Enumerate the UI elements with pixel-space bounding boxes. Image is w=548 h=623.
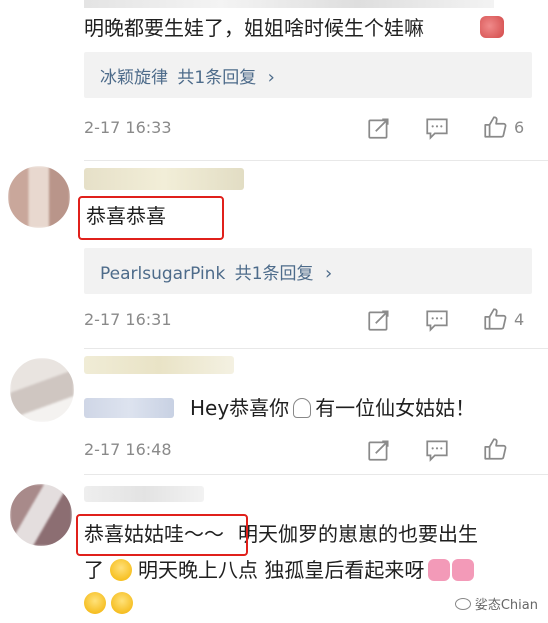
emoji-row	[84, 592, 134, 614]
chevron-right-icon: ›	[324, 263, 333, 284]
comment-text-start: Hey恭喜你	[190, 396, 290, 420]
comment-time: 2-17 16:48	[84, 440, 172, 459]
grin-emoji-icon	[111, 592, 134, 614]
like-icon[interactable]	[482, 306, 508, 332]
mention-blurred[interactable]	[84, 398, 174, 418]
comment-time: 2-17 16:31	[84, 310, 172, 329]
reply-count[interactable]: 共1条回复	[177, 68, 256, 88]
comment-icon[interactable]	[424, 307, 450, 333]
share-icon[interactable]	[366, 437, 392, 463]
avatar[interactable]	[10, 358, 74, 422]
like-icon[interactable]	[482, 114, 508, 140]
comment-text-rest: 明天伽罗的崽崽的也要出生	[238, 522, 478, 546]
share-icon[interactable]	[366, 115, 392, 141]
comment-1: 明晚都要生娃了，姐姐啥时候生个娃嘛 冰颖旋律 共1条回复 › 2-17 16:3…	[0, 0, 548, 160]
comment-4: 恭喜姑姑哇～～ 明天伽罗的崽崽的也要出生 了明天晚上八点 独孤皇后看起来呀 娑态C…	[0, 474, 548, 623]
comment-icon[interactable]	[424, 437, 450, 463]
watermark: 娑态Chian	[454, 594, 538, 613]
username-blurred[interactable]	[84, 356, 234, 374]
comment-icon[interactable]	[424, 115, 450, 141]
like-count: 4	[514, 310, 525, 329]
avatar[interactable]	[8, 166, 70, 228]
chevron-right-icon: ›	[267, 67, 275, 88]
highlight-box	[76, 514, 248, 556]
highlight-box	[78, 196, 224, 240]
comment-text-rest: 明天晚上八点 独孤皇后看起来呀	[138, 558, 425, 582]
bell-emoji-icon	[293, 398, 312, 418]
reply-count[interactable]: 共1条回复	[235, 264, 314, 284]
heart-emoji-icon	[452, 559, 475, 581]
username-blurred[interactable]	[84, 168, 244, 190]
wechat-icon	[454, 598, 471, 610]
reply-box[interactable]: 冰颖旋律 共1条回复 ›	[84, 52, 532, 98]
watermark-text: 娑态Chian	[474, 598, 538, 613]
comment-text-start: 了	[84, 558, 104, 582]
comment-text: Hey恭喜你 有一位仙女姑姑！	[190, 392, 475, 424]
laughing-emoji-icon	[110, 559, 132, 581]
blurred-text-line	[84, 0, 494, 8]
reply-user-link[interactable]: PearlsugarPink	[100, 264, 225, 284]
comment-time: 2-17 16:33	[84, 118, 172, 137]
comment-text: 明晚都要生娃了，姐姐啥时候生个娃嘛	[84, 16, 424, 40]
comment-3: Hey恭喜你 有一位仙女姑姑！ 2-17 16:48	[0, 348, 548, 478]
username-blurred[interactable]	[84, 486, 204, 502]
heart-emoji-icon	[428, 559, 451, 581]
comment-2: 恭喜恭喜 PearlsugarPink 共1条回复 › 2-17 16:31 4	[0, 160, 548, 350]
share-icon[interactable]	[366, 307, 392, 333]
reply-user-link[interactable]: 冰颖旋律	[100, 68, 168, 88]
like-icon[interactable]	[482, 436, 508, 462]
emoji-icon	[480, 16, 504, 38]
grin-emoji-icon	[84, 592, 106, 614]
avatar[interactable]	[10, 484, 72, 546]
reply-box[interactable]: PearlsugarPink 共1条回复 ›	[84, 248, 532, 294]
like-count: 6	[514, 118, 525, 137]
comment-text-line2: 了 明天晚上八点 独孤皇后看起来呀	[84, 554, 475, 586]
comment-text-end: 有一位仙女姑姑！	[315, 396, 476, 420]
